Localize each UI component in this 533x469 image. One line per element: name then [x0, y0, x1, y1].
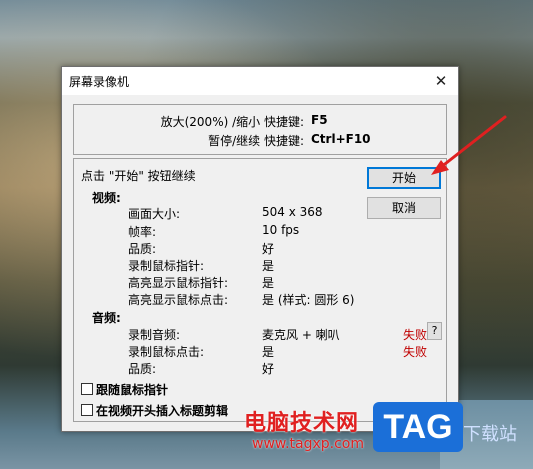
watermark-url: www.tagxp.com — [252, 436, 364, 452]
tag-logo: TAG — [373, 402, 463, 452]
watermark-site-name: 电脑技术网 — [244, 411, 360, 436]
annotation-arrow — [431, 115, 507, 175]
tag-logo-subtitle: 下载站 — [463, 424, 517, 445]
